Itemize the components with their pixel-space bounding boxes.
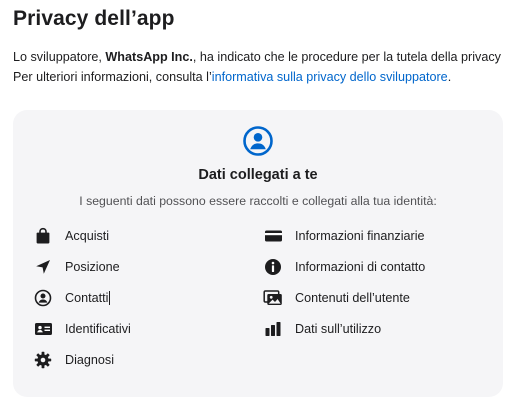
info-circle-icon <box>263 257 283 277</box>
data-type-purchases: Acquisti <box>33 226 109 246</box>
data-type-label: Informazioni finanziarie <box>295 229 425 243</box>
description-line-1: Lo sviluppatore, WhatsApp Inc., ha indic… <box>13 47 523 67</box>
location-arrow-icon <box>33 257 53 277</box>
bar-chart-icon <box>263 319 283 339</box>
data-type-diagnostics: Diagnosi <box>33 350 114 370</box>
data-type-identifiers: Identificativi <box>33 319 131 339</box>
data-type-contacts: Contatti <box>33 288 111 308</box>
data-type-label: Identificativi <box>65 322 131 336</box>
shopping-bag-icon <box>33 226 53 246</box>
description-text: Per ulteriori informazioni, consulta l’ <box>13 70 212 84</box>
person-circle-icon <box>242 125 274 157</box>
data-type-label: Posizione <box>65 260 120 274</box>
data-type-label: Contenuti dell’utente <box>295 291 410 305</box>
app-privacy-section: Privacy dell’app Lo sviluppatore, WhatsA… <box>0 0 523 403</box>
data-type-financial-info: Informazioni finanziarie <box>263 226 425 246</box>
card-title: Dati collegati a te <box>198 167 318 183</box>
data-type-label: Informazioni di contatto <box>295 260 426 274</box>
description-text: , ha indicato che le procedure per la tu… <box>192 50 501 64</box>
developer-privacy-policy-link[interactable]: informativa sulla privacy dello sviluppa… <box>212 70 448 84</box>
text-cursor <box>109 291 111 305</box>
data-type-label: Contatti <box>65 291 109 305</box>
data-linked-card: Dati collegati a te I seguenti dati poss… <box>13 110 503 397</box>
credit-card-icon <box>263 226 283 246</box>
data-type-label: Dati sull’utilizzo <box>295 322 382 336</box>
privacy-description: Lo sviluppatore, WhatsApp Inc., ha indic… <box>13 47 523 87</box>
photos-icon <box>263 288 283 308</box>
section-title: Privacy dell’app <box>13 7 175 30</box>
description-text: Lo sviluppatore, <box>13 50 106 64</box>
data-type-user-content: Contenuti dell’utente <box>263 288 410 308</box>
id-card-icon <box>33 319 53 339</box>
person-circle-icon <box>33 288 53 308</box>
data-type-usage-data: Dati sull’utilizzo <box>263 319 381 339</box>
gear-icon <box>33 350 53 370</box>
data-type-label: Diagnosi <box>65 353 115 367</box>
data-type-contact-info: Informazioni di contatto <box>263 257 425 277</box>
description-text: . <box>447 70 452 84</box>
data-type-location: Posizione <box>33 257 120 277</box>
data-type-label: Acquisti <box>65 229 110 243</box>
developer-name: WhatsApp Inc. <box>105 50 193 64</box>
card-subtitle: I seguenti dati possono essere raccolti … <box>79 194 437 208</box>
description-line-2: Per ulteriori informazioni, consulta l’i… <box>13 67 523 87</box>
